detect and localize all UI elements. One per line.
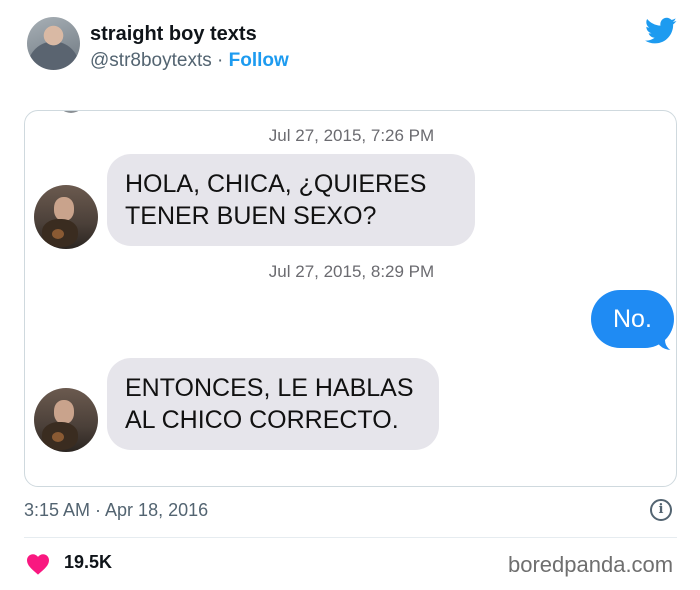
contact-avatar [34, 185, 98, 249]
handle-separator: · [211, 50, 229, 71]
cropped-avatar [57, 111, 85, 113]
tweet-header: straight boy texts @str8boytexts · Follo… [0, 0, 700, 100]
outgoing-message-bubble: No. [591, 290, 674, 348]
message-timestamp: Jul 27, 2015, 8:29 PM [268, 262, 435, 281]
message-text-line: HOLA, CHICA, ¿QUIERES [125, 170, 427, 198]
follow-button[interactable]: Follow [229, 50, 289, 71]
author-handle[interactable]: @str8boytexts [90, 50, 212, 71]
like-count[interactable]: 19.5K [64, 552, 112, 573]
embedded-screenshot[interactable]: Jul 27, 2015, 7:26 PM HOLA, CHICA, ¿QUIE… [24, 110, 677, 487]
tweet-timestamp[interactable]: 3:15 AM · Apr 18, 2016 [24, 500, 208, 521]
reply-text: No. [613, 305, 652, 333]
author-display-name[interactable]: straight boy texts [90, 23, 257, 46]
incoming-message-bubble: HOLA, CHICA, ¿QUIERES TENER BUEN SEXO? [107, 154, 475, 246]
contact-avatar [34, 388, 98, 452]
heart-icon[interactable] [26, 553, 50, 575]
divider [24, 537, 677, 538]
message-timestamp: Jul 27, 2015, 7:26 PM [268, 126, 435, 145]
message-text-line: ENTONCES, LE HABLAS [125, 374, 414, 402]
author-avatar[interactable] [27, 17, 80, 70]
info-icon[interactable]: i [650, 499, 672, 521]
incoming-message-bubble: ENTONCES, LE HABLAS AL CHICO CORRECTO. [107, 358, 439, 450]
message-text-line: TENER BUEN SEXO? [125, 202, 377, 230]
author-handle-row: @str8boytexts · Follow [90, 50, 289, 72]
twitter-bird-icon[interactable] [645, 17, 677, 45]
message-text-line: AL CHICO CORRECTO. [125, 406, 399, 434]
watermark: boredpanda.com [508, 552, 674, 577]
